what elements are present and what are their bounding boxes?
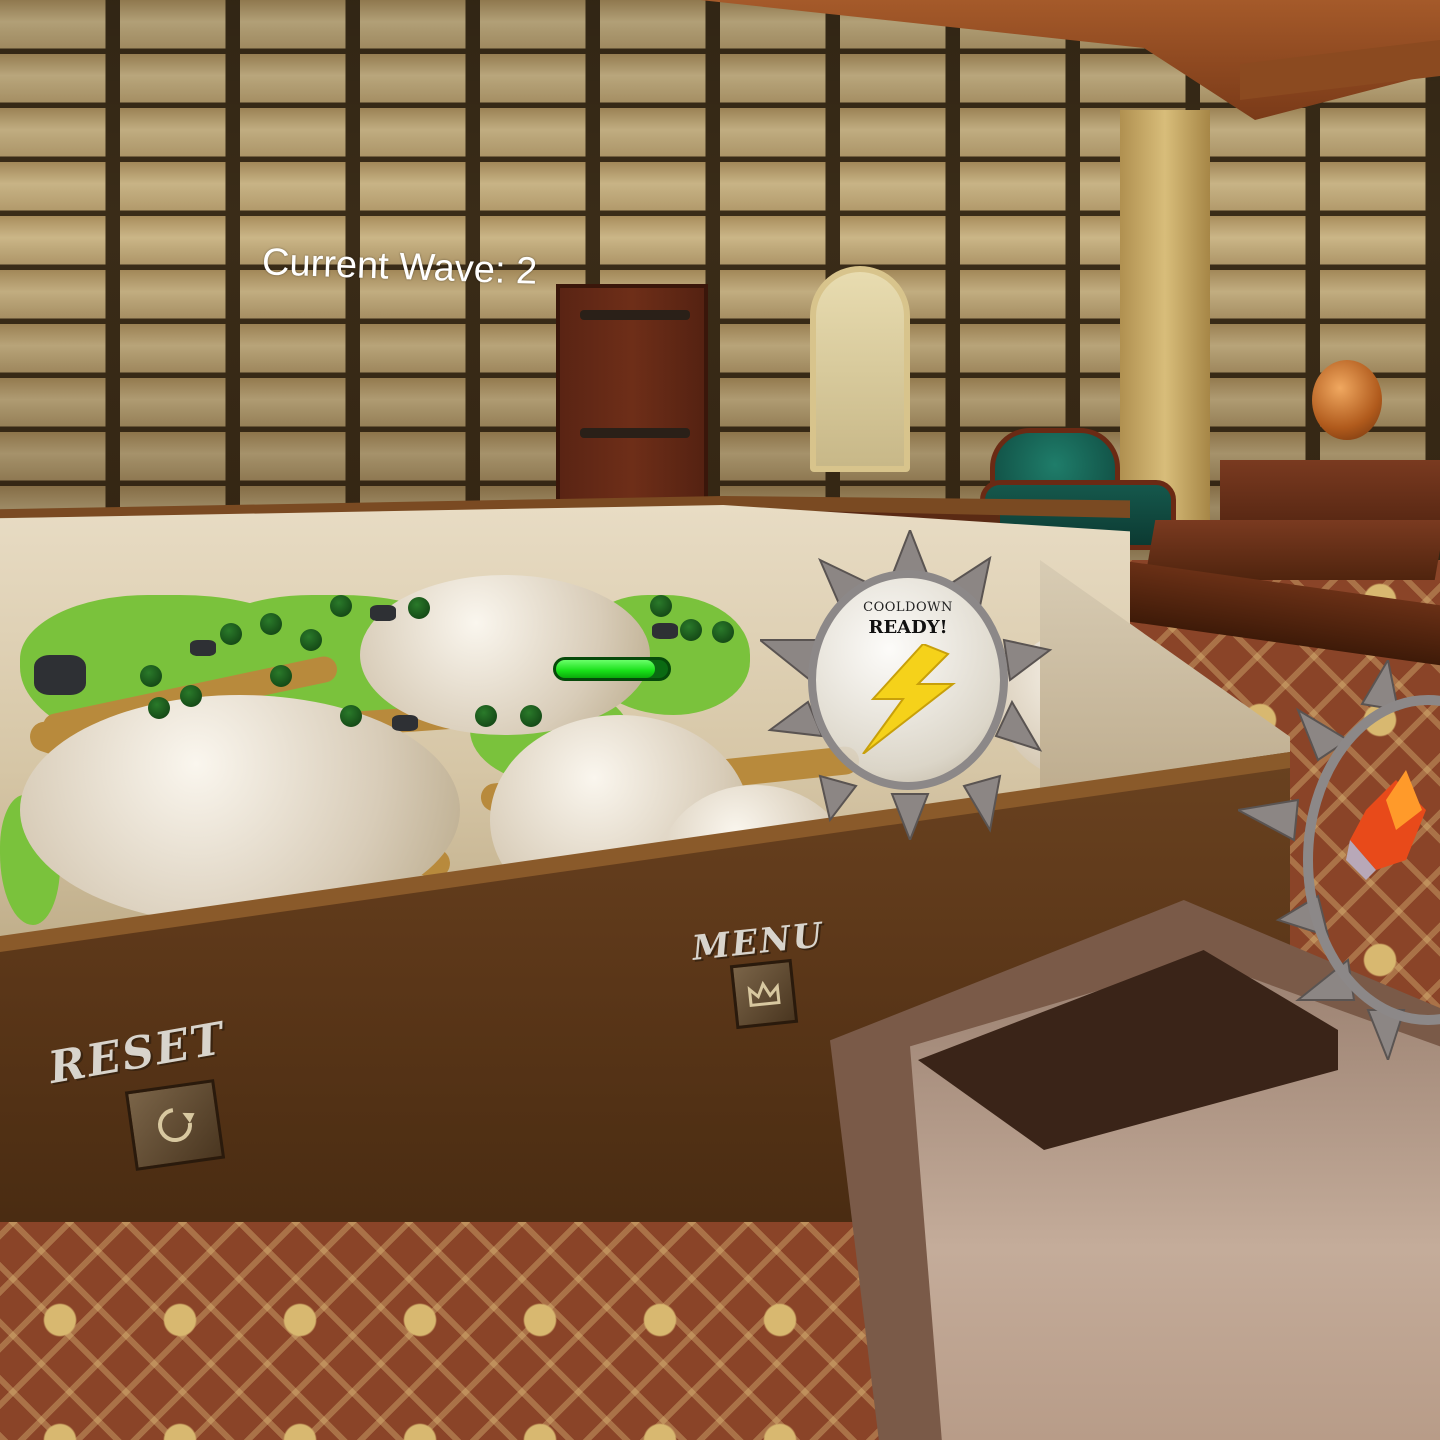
tree: [300, 629, 322, 651]
cooldown-status: READY!: [868, 617, 948, 638]
tree: [340, 705, 362, 727]
tree: [148, 697, 170, 719]
globe: [1312, 360, 1382, 440]
gothic-window: [810, 266, 910, 472]
tree: [220, 623, 242, 645]
tree: [650, 595, 672, 617]
rock: [370, 605, 396, 621]
menu-button[interactable]: [729, 958, 799, 1030]
tree: [680, 619, 702, 641]
door-hinge-top: [580, 310, 690, 320]
door-hinge-bottom: [580, 428, 690, 438]
ability-cooldown-badge[interactable]: COOLDOWN READY!: [760, 530, 1060, 840]
crown-icon: [747, 980, 781, 1008]
rock: [652, 623, 678, 639]
hill: [360, 575, 650, 735]
tree: [712, 621, 734, 643]
tree: [475, 705, 497, 727]
wooden-door: [556, 284, 708, 504]
lightning-icon: [862, 644, 956, 754]
rock: [190, 640, 216, 656]
tree: [408, 597, 430, 619]
tree: [330, 595, 352, 617]
tree: [520, 705, 542, 727]
tree: [180, 685, 202, 707]
tree: [270, 665, 292, 687]
tree: [140, 665, 162, 687]
rock-pile: [34, 655, 86, 695]
cooldown-title: COOLDOWN: [863, 600, 953, 615]
enemy-health-fill: [556, 660, 655, 678]
rotate-icon: [158, 1108, 195, 1142]
enemy-health-bar: [553, 657, 671, 681]
tree: [260, 613, 282, 635]
rock: [392, 715, 418, 731]
ability-lens: COOLDOWN READY!: [808, 570, 1008, 790]
secondary-ability-badge[interactable]: [1238, 660, 1440, 1060]
stone-pillar: [1120, 110, 1210, 530]
reset-button[interactable]: [124, 1079, 226, 1171]
